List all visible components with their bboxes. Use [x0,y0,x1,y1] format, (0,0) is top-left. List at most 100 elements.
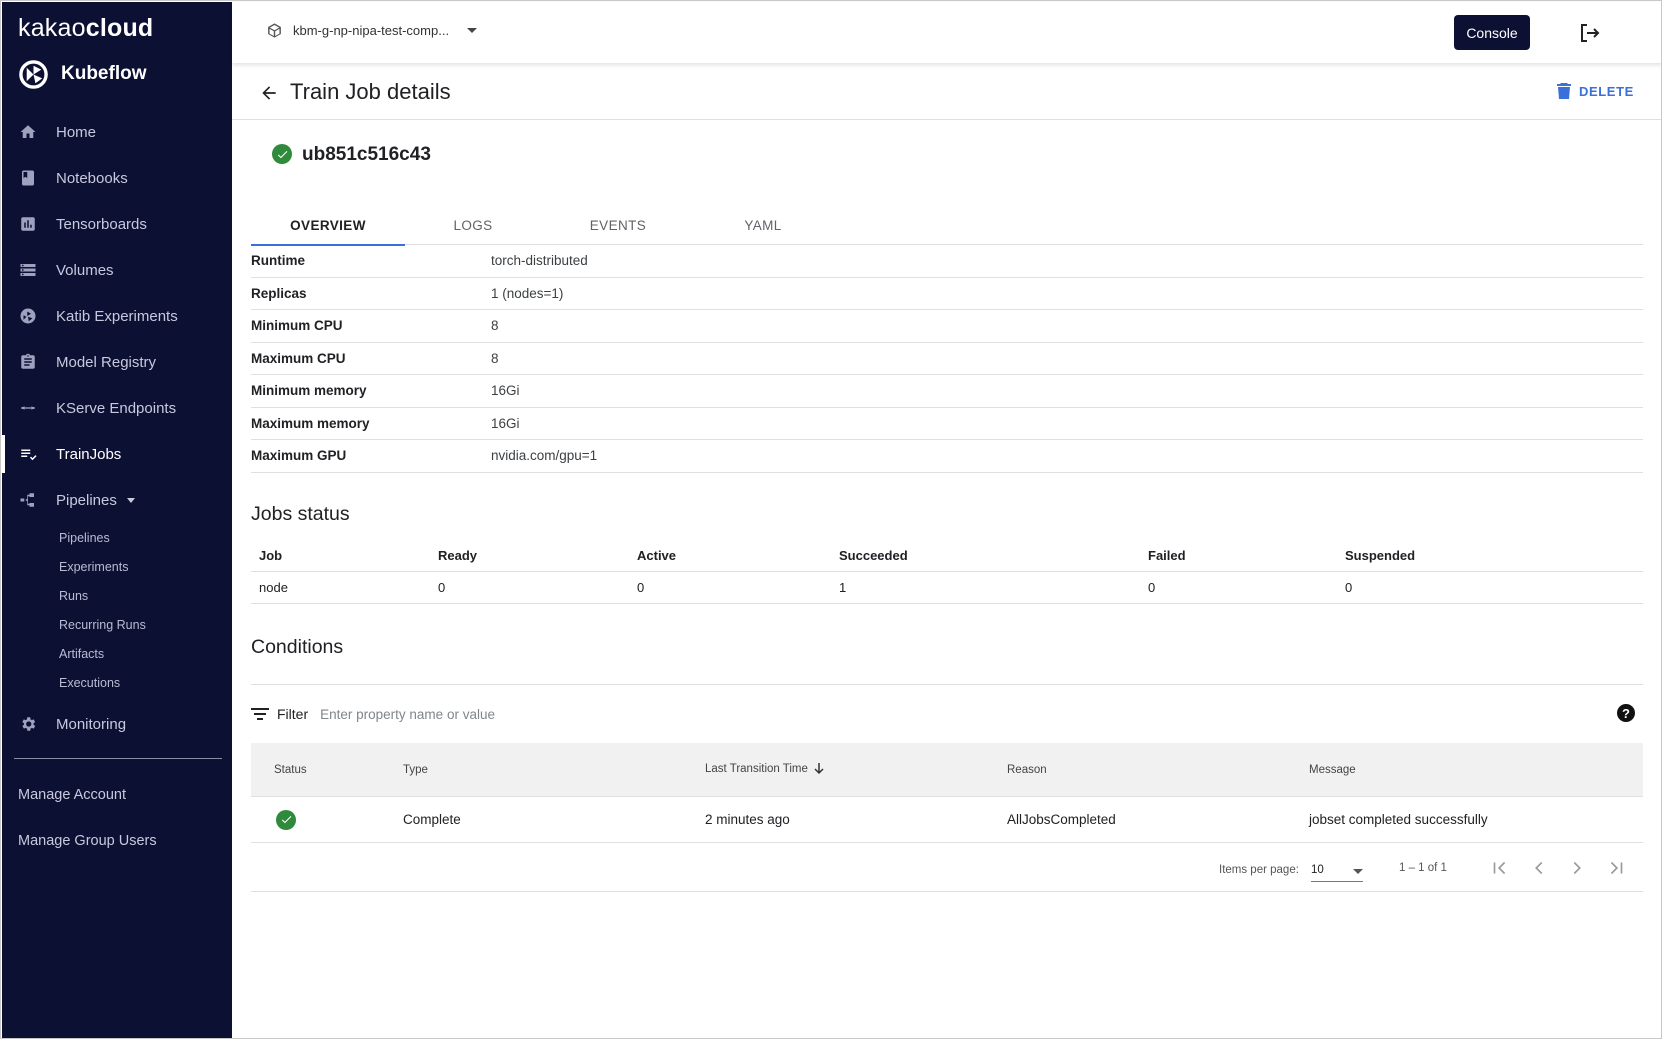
overview-value: 8 [491,350,499,366]
overview-key: Runtime [251,253,305,269]
overview-value: torch-distributed [491,253,588,269]
brand-logo[interactable]: kakaocloud [18,14,153,43]
tab-yaml[interactable]: YAML [686,205,840,245]
sidebar-subitem-pipelines[interactable]: Pipelines [2,523,232,552]
sidebar-item-label: Home [56,123,97,141]
filter-input[interactable] [320,706,721,722]
sidebar-subitem-executions[interactable]: Executions [2,668,232,697]
items-per-page-select[interactable]: 10 [1311,858,1363,882]
column-header-sortable[interactable]: Last Transition Time [705,763,1007,776]
tab-bar: OVERVIEW LOGS EVENTS YAML [251,205,1643,246]
katib-icon [18,306,38,326]
sidebar-item-label: TrainJobs [56,445,122,463]
sidebar-item-label: Katib Experiments [56,307,178,325]
job-name: ub851c516c43 [302,144,431,165]
sidebar-item-pipelines[interactable]: Pipelines [2,477,232,523]
chevron-down-icon [1353,869,1363,874]
column-header: Ready [438,547,478,563]
clipboard-icon [18,352,38,372]
type-cell: Complete [403,812,461,827]
sidebar-item-tensorboards[interactable]: Tensorboards [2,201,232,247]
overview-row-max-cpu: Maximum CPU 8 [251,343,1643,375]
column-header: Active [637,547,677,563]
last-page-button[interactable] [1605,857,1627,879]
overview-value: 16Gi [491,415,520,431]
sidebar-item-home[interactable]: Home [2,109,232,155]
prev-page-button[interactable] [1528,857,1550,879]
chevron-down-icon [126,497,135,503]
sidebar-item-katib[interactable]: Katib Experiments [2,293,232,339]
sidebar-subitem-artifacts[interactable]: Artifacts [2,639,232,668]
manage-group-users-link[interactable]: Manage Group Users [2,833,232,849]
chevron-left-icon [1535,861,1543,875]
chevron-down-icon [467,28,478,33]
table-cell: node [259,580,288,595]
sidebar-item-kserve[interactable]: KServe Endpoints [2,385,232,431]
page-header: Train Job details DELETE [232,63,1661,120]
first-page-button[interactable] [1489,857,1511,879]
sidebar-subitem-recurring-runs[interactable]: Recurring Runs [2,610,232,639]
arrow-down-icon [814,763,824,775]
table-cell: 0 [438,580,446,595]
message-cell: jobset completed successfully [1309,812,1488,827]
overview-key: Replicas [251,285,307,301]
column-header: Message [1309,763,1356,776]
sidebar-item-model-registry[interactable]: Model Registry [2,339,232,385]
sidebar-divider [14,758,222,759]
column-header-label: Last Transition Time [705,763,808,776]
overview-key: Minimum memory [251,383,367,399]
sidebar-subitem-runs[interactable]: Runs [2,581,232,610]
sidebar-item-label: Notebooks [56,169,128,187]
time-cell: 2 minutes ago [705,812,790,827]
sidebar-item-monitoring[interactable]: Monitoring [2,701,232,747]
tab-overview[interactable]: OVERVIEW [251,205,405,246]
help-icon[interactable]: ? [1617,704,1635,722]
table-header-row: Job Ready Active Succeeded Failed Suspen… [251,539,1643,572]
column-header: Failed [1148,547,1186,563]
sidebar-item-trainjobs[interactable]: TrainJobs [2,431,232,477]
last-page-icon [1610,861,1623,875]
kubeflow-icon [19,59,48,89]
delete-button[interactable]: DELETE [1557,83,1634,99]
paginator: Items per page: 10 1 – 1 of 1 [251,844,1643,892]
storage-icon [18,260,38,280]
product-name: Kubeflow [61,63,147,84]
table-row: Complete 2 minutes ago AllJobsCompleted … [251,797,1643,843]
conditions-title: Conditions [251,636,344,658]
namespace-selector[interactable]: kbm-g-np-nipa-test-comp... [266,22,478,39]
tab-logs[interactable]: LOGS [396,205,550,245]
tab-events[interactable]: EVENTS [541,205,695,245]
column-header: Job [259,547,283,563]
console-button[interactable]: Console [1454,15,1530,50]
arrows-icon [18,398,38,418]
column-header: Reason [1007,763,1047,776]
overview-value: nvidia.com/gpu=1 [491,448,598,464]
status-cell [251,809,403,830]
sidebar: kakaocloud Kubeflow Home Notebooks Tenso… [2,2,232,1038]
app-frame: kakaocloud Kubeflow Home Notebooks Tenso… [0,0,1662,1039]
manage-account-link[interactable]: Manage Account [2,787,232,803]
kubeflow-logo[interactable]: Kubeflow [18,58,147,90]
table-cell: 0 [1345,580,1353,595]
column-header: Succeeded [839,547,908,563]
sidebar-item-label: Pipelines [56,491,117,509]
sidebar-subitem-experiments[interactable]: Experiments [2,552,232,581]
table-cell: 0 [637,580,645,595]
overview-key: Maximum GPU [251,448,347,464]
column-header: Status [274,763,307,776]
sidebar-item-volumes[interactable]: Volumes [2,247,232,293]
reason-cell: AllJobsCompleted [1007,812,1116,827]
next-page-button[interactable] [1566,857,1588,879]
checklist-icon [18,444,38,464]
overview-key: Maximum CPU [251,350,346,366]
logout-icon[interactable] [1577,21,1601,45]
overview-row-min-memory: Minimum memory 16Gi [251,375,1643,408]
back-arrow-icon[interactable] [259,83,279,103]
sidebar-item-notebooks[interactable]: Notebooks [2,155,232,201]
first-page-icon [1493,861,1506,875]
page-title: Train Job details [290,79,451,104]
filter-icon [251,708,269,720]
sidebar-item-label: Model Registry [56,353,157,371]
job-status-indicator [272,144,292,164]
sidebar-item-label: Volumes [56,261,114,279]
